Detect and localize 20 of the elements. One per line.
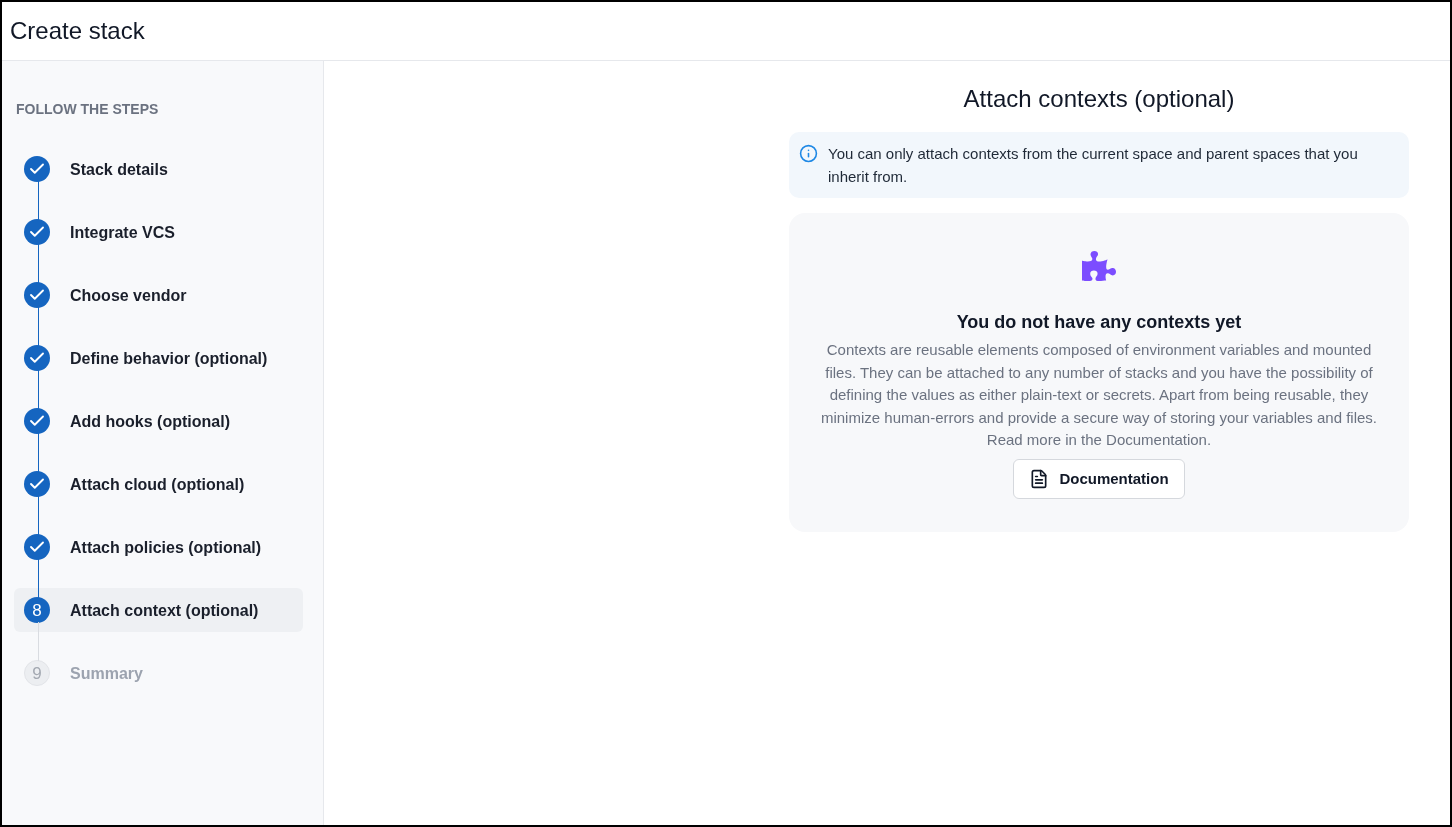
- info-icon: [799, 144, 818, 163]
- empty-state-description: Contexts are reusable elements composed of environment variables and mounted files. They can be attached to any number of stacks and you have the possibility of defining the values as either plain-text or secrets. Apart from being reusable, they minimize human-errors and provide a secure way of storing your variables and files.: [819, 340, 1379, 428]
- puzzle-icon: [1082, 249, 1116, 283]
- step-item[interactable]: Choose vendor: [14, 273, 303, 317]
- step-item[interactable]: Stack details: [14, 147, 303, 191]
- step-item[interactable]: Attach policies (optional): [14, 525, 303, 569]
- step-number: 8: [24, 597, 50, 623]
- step-item[interactable]: Integrate VCS: [14, 210, 303, 254]
- step-number: 9: [24, 660, 50, 686]
- sidebar-heading: FOLLOW THE STEPS: [15, 101, 160, 117]
- empty-state-title: You do not have any contexts yet: [956, 311, 1242, 334]
- step-item[interactable]: Define behavior (optional): [14, 336, 303, 380]
- step-item[interactable]: Attach cloud (optional): [14, 462, 303, 506]
- documentation-button[interactable]: Documentation: [1013, 458, 1185, 499]
- step-item[interactable]: Add hooks (optional): [14, 399, 303, 443]
- step-item[interactable]: 8 Attach context (optional): [14, 588, 303, 632]
- notice-text: You can only attach contexts from the current space and parent spaces that you inherit from.: [828, 144, 1359, 187]
- section-title: Attach contexts (optional): [962, 84, 1236, 114]
- read-more-text: Read more in the Documentation.: [986, 430, 1212, 450]
- page-title: Create stack: [10, 17, 145, 45]
